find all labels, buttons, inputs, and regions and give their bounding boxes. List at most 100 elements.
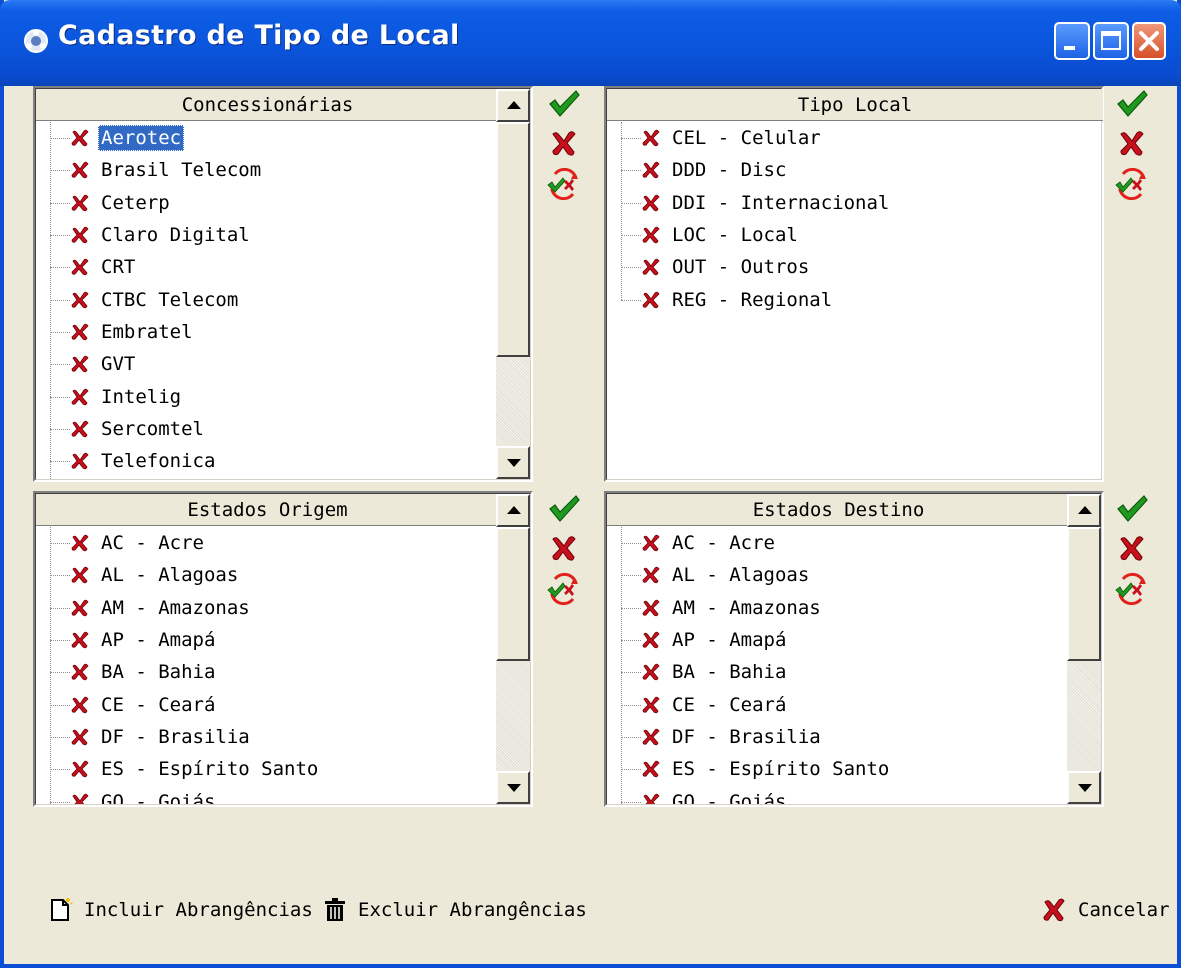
tree-item[interactable]: Brasil Telecom xyxy=(36,154,499,186)
estados-destino-scrollbar[interactable] xyxy=(1067,494,1101,804)
red-x-icon xyxy=(641,533,661,553)
scroll-down-button[interactable] xyxy=(496,446,530,479)
scroll-thumb[interactable] xyxy=(496,527,530,661)
incluir-abrangencias-button[interactable]: Incluir Abrangências xyxy=(46,892,313,928)
tree-item[interactable]: CRT xyxy=(36,251,499,283)
select-all-button[interactable] xyxy=(544,86,584,122)
tree-item[interactable]: DDI - Internacional xyxy=(607,187,1103,219)
minimize-button[interactable] xyxy=(1054,22,1090,60)
deselect-all-button[interactable] xyxy=(544,126,584,162)
tree-branch xyxy=(621,801,641,803)
scroll-thumb[interactable] xyxy=(496,122,530,357)
invert-selection-button[interactable] xyxy=(544,166,584,202)
scroll-up-button[interactable] xyxy=(496,494,530,527)
tree-branch xyxy=(50,235,70,237)
dialog-content: Concessionárias Aerotec Brasil Telecom Cet… xyxy=(4,86,1177,968)
title-bar[interactable]: Cadastro de Tipo de Local xyxy=(0,0,1181,86)
red-x-icon xyxy=(70,792,90,804)
red-x-icon xyxy=(641,759,661,779)
scroll-thumb[interactable] xyxy=(1067,527,1101,661)
cancelar-button[interactable]: Cancelar xyxy=(1040,892,1170,928)
window: Cadastro de Tipo de Local Concessionária… xyxy=(0,0,1181,968)
concessionarias-scrollbar[interactable] xyxy=(496,89,530,479)
invert-selection-button[interactable] xyxy=(1112,166,1152,202)
tree-item[interactable]: Sercomtel xyxy=(36,413,499,445)
select-all-button[interactable] xyxy=(1112,491,1152,527)
tree-item[interactable]: DDD - Disc xyxy=(607,154,1103,186)
estados-origem-scrollbar[interactable] xyxy=(496,494,530,804)
tree-item[interactable]: CEL - Celular xyxy=(607,122,1103,154)
tree-item[interactable]: CTBC Telecom xyxy=(36,283,499,315)
red-x-icon xyxy=(641,792,661,804)
tipo-local-actions xyxy=(1112,86,1152,206)
tree-item[interactable]: BA - Bahia xyxy=(607,656,1070,688)
tree-item[interactable]: GVT xyxy=(36,348,499,380)
red-x-icon xyxy=(70,419,90,439)
excluir-abrangencias-button[interactable]: Excluir Abrangências xyxy=(322,892,587,928)
tree-branch xyxy=(50,461,70,463)
tree-item[interactable]: AM - Amazonas xyxy=(36,592,499,624)
tree-item[interactable]: AP - Amapá xyxy=(607,624,1070,656)
tree-item[interactable]: LOC - Local xyxy=(607,219,1103,251)
tree-item[interactable]: ES - Espírito Santo xyxy=(607,753,1070,785)
scroll-up-button[interactable] xyxy=(496,89,530,122)
tree-item[interactable]: Aerotec xyxy=(36,122,499,154)
tree-branch xyxy=(621,704,641,706)
invert-selection-button[interactable] xyxy=(544,571,584,607)
tree-item[interactable]: AL - Alagoas xyxy=(607,559,1070,591)
tree-item[interactable]: ES - Espírito Santo xyxy=(36,753,499,785)
select-all-button[interactable] xyxy=(544,491,584,527)
tree-item-label: AM - Amazonas xyxy=(101,596,250,619)
tree-branch xyxy=(621,235,641,237)
red-x-icon xyxy=(70,630,90,650)
red-x-icon xyxy=(641,128,661,148)
tree-item[interactable]: CE - Ceará xyxy=(36,688,499,720)
incluir-abrangencias-label: Incluir Abrangências xyxy=(84,899,313,921)
estados-origem-tree[interactable]: AC - Acre AL - Alagoas AM - Amazonas AP - A… xyxy=(36,527,499,804)
scroll-down-button[interactable] xyxy=(496,771,530,804)
estados-destino-panel: Estados Destino AC - Acre AL - Alagoas AM … xyxy=(604,491,1104,807)
check-icon xyxy=(1117,90,1148,117)
select-all-button[interactable] xyxy=(1112,86,1152,122)
close-button[interactable] xyxy=(1132,22,1166,60)
arrow-up-icon xyxy=(1078,506,1092,514)
scroll-up-button[interactable] xyxy=(1067,494,1101,527)
tree-item[interactable]: GO - Goiás xyxy=(36,785,499,804)
tree-item-label: Aerotec xyxy=(98,125,185,152)
deselect-all-button[interactable] xyxy=(1112,531,1152,567)
deselect-all-button[interactable] xyxy=(544,531,584,567)
tree-branch xyxy=(621,543,641,545)
tree-item[interactable]: GO - Goiás xyxy=(607,785,1070,804)
tree-branch xyxy=(50,138,70,140)
concessionarias-tree[interactable]: Aerotec Brasil Telecom Ceterp Claro Digital… xyxy=(36,122,499,479)
scroll-down-button[interactable] xyxy=(1067,771,1101,804)
red-x-icon xyxy=(70,759,90,779)
tree-item[interactable]: AC - Acre xyxy=(36,527,499,559)
tree-item-label: AP - Amapá xyxy=(101,629,216,652)
tree-item-label: Ceterp xyxy=(101,191,170,214)
tree-item[interactable]: CE - Ceará xyxy=(607,688,1070,720)
tree-item[interactable]: AP - Amapá xyxy=(36,624,499,656)
tipo-local-tree[interactable]: CEL - Celular DDD - Disc DDI - Internacion… xyxy=(607,122,1103,479)
estados-destino-tree[interactable]: AC - Acre AL - Alagoas AM - Amazonas AP - A… xyxy=(607,527,1070,804)
tree-item[interactable]: AM - Amazonas xyxy=(607,592,1070,624)
invert-selection-button[interactable] xyxy=(1112,571,1152,607)
tree-item[interactable]: Embratel xyxy=(36,316,499,348)
tree-item[interactable]: DF - Brasilia xyxy=(36,721,499,753)
tree-item[interactable]: Intelig xyxy=(36,380,499,412)
red-x-icon xyxy=(70,727,90,747)
tree-item[interactable]: Telefonica xyxy=(36,445,499,477)
tree-item[interactable]: AL - Alagoas xyxy=(36,559,499,591)
tree-branch xyxy=(621,170,641,172)
tree-item[interactable]: AC - Acre xyxy=(607,527,1070,559)
tree-item[interactable]: OUT - Outros xyxy=(607,251,1103,283)
tree-item[interactable]: REG - Regional xyxy=(607,283,1103,315)
deselect-all-button[interactable] xyxy=(1112,126,1152,162)
tree-item[interactable]: BA - Bahia xyxy=(36,656,499,688)
tree-item[interactable]: Claro Digital xyxy=(36,219,499,251)
x-icon xyxy=(552,536,576,561)
tree-item-label: ES - Espírito Santo xyxy=(101,758,319,781)
tree-item[interactable]: DF - Brasilia xyxy=(607,721,1070,753)
tree-item[interactable]: Ceterp xyxy=(36,187,499,219)
maximize-button[interactable] xyxy=(1093,22,1129,60)
